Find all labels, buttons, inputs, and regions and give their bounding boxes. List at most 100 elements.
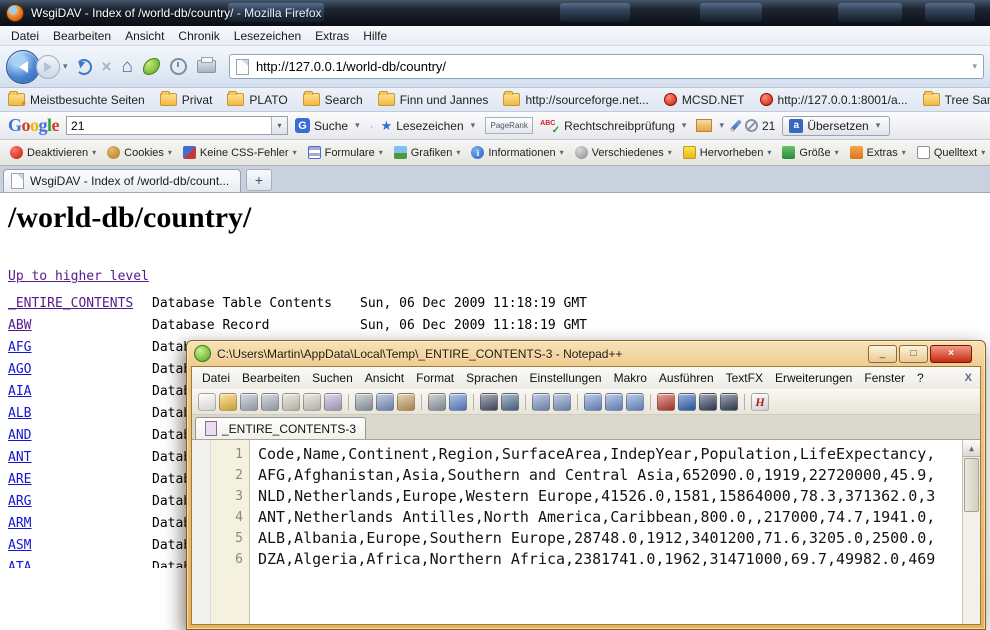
notepadpp-menu-item[interactable]: Format bbox=[410, 369, 460, 387]
webdev-item[interactable]: Grafiken▾ bbox=[390, 146, 465, 159]
editor-scrollbar[interactable]: ▲ bbox=[962, 440, 980, 624]
addon-leaf-button[interactable] bbox=[143, 58, 160, 75]
webdev-item[interactable]: Formulare▾ bbox=[304, 146, 387, 159]
close-file-icon[interactable] bbox=[282, 393, 300, 411]
menu-item[interactable]: Lesezeichen bbox=[227, 27, 308, 45]
stop-button[interactable]: × bbox=[102, 57, 112, 77]
minimize-button[interactable]: _ bbox=[868, 345, 897, 363]
undo-icon[interactable] bbox=[428, 393, 446, 411]
new-tab-button[interactable]: + bbox=[246, 169, 272, 191]
listing-link[interactable]: ALB bbox=[8, 403, 152, 425]
history-dropdown-icon[interactable]: ▾ bbox=[63, 61, 68, 72]
webdev-item[interactable]: Deaktivieren▾ bbox=[6, 146, 100, 159]
word-wrap-icon[interactable] bbox=[584, 393, 602, 411]
up-to-higher-level-link[interactable]: Up to higher level bbox=[8, 269, 149, 284]
bookmark-item[interactable]: http://sourceforge.net... bbox=[503, 93, 648, 107]
bookmark-item[interactable]: Privat bbox=[160, 93, 213, 107]
notepadpp-menu-item[interactable]: TextFX bbox=[720, 369, 769, 387]
webdev-dropdown-icon[interactable]: ▾ bbox=[560, 148, 564, 157]
indent-guide-icon[interactable] bbox=[626, 393, 644, 411]
zoom-out-icon[interactable] bbox=[553, 393, 571, 411]
menu-item[interactable]: Datei bbox=[4, 27, 46, 45]
doc-monitor-icon[interactable] bbox=[720, 393, 738, 411]
url-dropdown-icon[interactable]: ▾ bbox=[972, 61, 977, 72]
listing-link[interactable]: ABW bbox=[8, 315, 152, 337]
webdev-item[interactable]: iInformationen▾ bbox=[467, 146, 567, 159]
autofill-button[interactable] bbox=[734, 119, 738, 132]
bookmarks-dropdown-icon[interactable]: ▾ bbox=[471, 120, 476, 131]
cut-icon[interactable] bbox=[355, 393, 373, 411]
spellcheck-dropdown-icon[interactable]: ▾ bbox=[682, 120, 687, 131]
notepadpp-menu-item[interactable]: Erweiterungen bbox=[769, 369, 858, 387]
scroll-up-icon[interactable]: ▲ bbox=[963, 440, 980, 457]
listing-link[interactable]: ATA bbox=[8, 557, 152, 568]
listing-link[interactable]: ARE bbox=[8, 469, 152, 491]
translate-dropdown-icon[interactable]: ▾ bbox=[876, 120, 881, 131]
menu-item[interactable]: Extras bbox=[308, 27, 356, 45]
listing-link[interactable]: AND bbox=[8, 425, 152, 447]
menu-item[interactable]: Hilfe bbox=[356, 27, 394, 45]
print-button[interactable] bbox=[197, 60, 216, 73]
notepadpp-menu-item[interactable]: Fenster bbox=[858, 369, 911, 387]
reload-button[interactable] bbox=[76, 59, 92, 75]
pagerank-indicator[interactable]: PageRank bbox=[485, 117, 533, 134]
search-dropdown-icon[interactable]: ▾ bbox=[355, 120, 360, 131]
webdev-dropdown-icon[interactable]: ▾ bbox=[981, 148, 985, 157]
google-search-box[interactable]: ▾ bbox=[66, 116, 288, 135]
webdev-dropdown-icon[interactable]: ▾ bbox=[456, 148, 460, 157]
macro-play-icon[interactable] bbox=[678, 393, 696, 411]
zoom-in-icon[interactable] bbox=[532, 393, 550, 411]
listing-link[interactable]: ARM bbox=[8, 513, 152, 535]
replace-icon[interactable] bbox=[501, 393, 519, 411]
listing-link[interactable]: AGO bbox=[8, 359, 152, 381]
url-text[interactable]: http://127.0.0.1/world-db/country/ bbox=[256, 59, 973, 74]
close-all-icon[interactable] bbox=[303, 393, 321, 411]
listing-link[interactable]: AFG bbox=[8, 337, 152, 359]
notepadpp-menu-item[interactable]: Einstellungen bbox=[524, 369, 608, 387]
menu-item[interactable]: Chronik bbox=[171, 27, 226, 45]
close-button[interactable]: × bbox=[930, 345, 972, 363]
editor-text[interactable]: Code,Name,Continent,Region,SurfaceArea,I… bbox=[250, 440, 980, 624]
webdev-dropdown-icon[interactable]: ▾ bbox=[168, 148, 172, 157]
notepadpp-menu-item[interactable]: ? bbox=[911, 369, 930, 387]
sendto-button[interactable]: ▾ bbox=[696, 119, 727, 132]
html-tag-icon[interactable]: H bbox=[751, 393, 769, 411]
copy-icon[interactable] bbox=[376, 393, 394, 411]
sendto-dropdown-icon[interactable]: ▾ bbox=[719, 120, 724, 131]
document-tab[interactable]: _ENTIRE_CONTENTS-3 bbox=[195, 417, 366, 439]
spellcheck-button[interactable]: ABC Rechtschreibprüfung ▾ bbox=[540, 119, 689, 133]
listing-link[interactable]: ARG bbox=[8, 491, 152, 513]
google-bookmarks-button[interactable]: ★ Lesezeichen ▾ bbox=[381, 118, 479, 134]
url-bar[interactable]: http://127.0.0.1/world-db/country/ ▾ bbox=[229, 54, 984, 79]
webdev-item[interactable]: Cookies▾ bbox=[103, 146, 176, 159]
macro-stop-icon[interactable] bbox=[699, 393, 717, 411]
webdev-item[interactable]: Quelltext▾ bbox=[913, 146, 989, 159]
notepadpp-menu-item[interactable]: Ausführen bbox=[653, 369, 720, 387]
show-all-characters-icon[interactable] bbox=[605, 393, 623, 411]
scrollbar-thumb[interactable] bbox=[964, 458, 979, 512]
bookmark-item[interactable]: Search bbox=[303, 93, 363, 107]
webdev-dropdown-icon[interactable]: ▾ bbox=[767, 148, 771, 157]
new-file-icon[interactable] bbox=[198, 393, 216, 411]
print-icon[interactable] bbox=[324, 393, 342, 411]
editor-area[interactable]: 123456 Code,Name,Continent,Region,Surfac… bbox=[192, 440, 980, 624]
save-all-icon[interactable] bbox=[261, 393, 279, 411]
listing-link[interactable]: ASM bbox=[8, 535, 152, 557]
webdev-dropdown-icon[interactable]: ▾ bbox=[293, 148, 297, 157]
google-search-button[interactable]: G Suche ▾ bbox=[295, 118, 363, 133]
webdev-item[interactable]: Hervorheben▾ bbox=[679, 146, 776, 159]
webdev-dropdown-icon[interactable]: ▾ bbox=[668, 148, 672, 157]
listing-link[interactable]: AIA bbox=[8, 381, 152, 403]
save-icon[interactable] bbox=[240, 393, 258, 411]
notepadpp-menu-item[interactable]: Bearbeiten bbox=[236, 369, 306, 387]
tab-wsgidav[interactable]: WsgiDAV - Index of /world-db/count... bbox=[3, 169, 241, 192]
paste-icon[interactable] bbox=[397, 393, 415, 411]
webdev-item[interactable]: Verschiedenes▾ bbox=[571, 146, 676, 159]
menu-item[interactable]: Ansicht bbox=[118, 27, 171, 45]
bookmark-item[interactable]: PLATO bbox=[227, 93, 287, 107]
webdev-dropdown-icon[interactable]: ▾ bbox=[92, 148, 96, 157]
menu-item[interactable]: Bearbeiten bbox=[46, 27, 118, 45]
webdev-item[interactable]: Keine CSS-Fehler▾ bbox=[179, 146, 301, 159]
notepadpp-menu-item[interactable]: Suchen bbox=[306, 369, 359, 387]
maximize-button[interactable]: □ bbox=[899, 345, 928, 363]
